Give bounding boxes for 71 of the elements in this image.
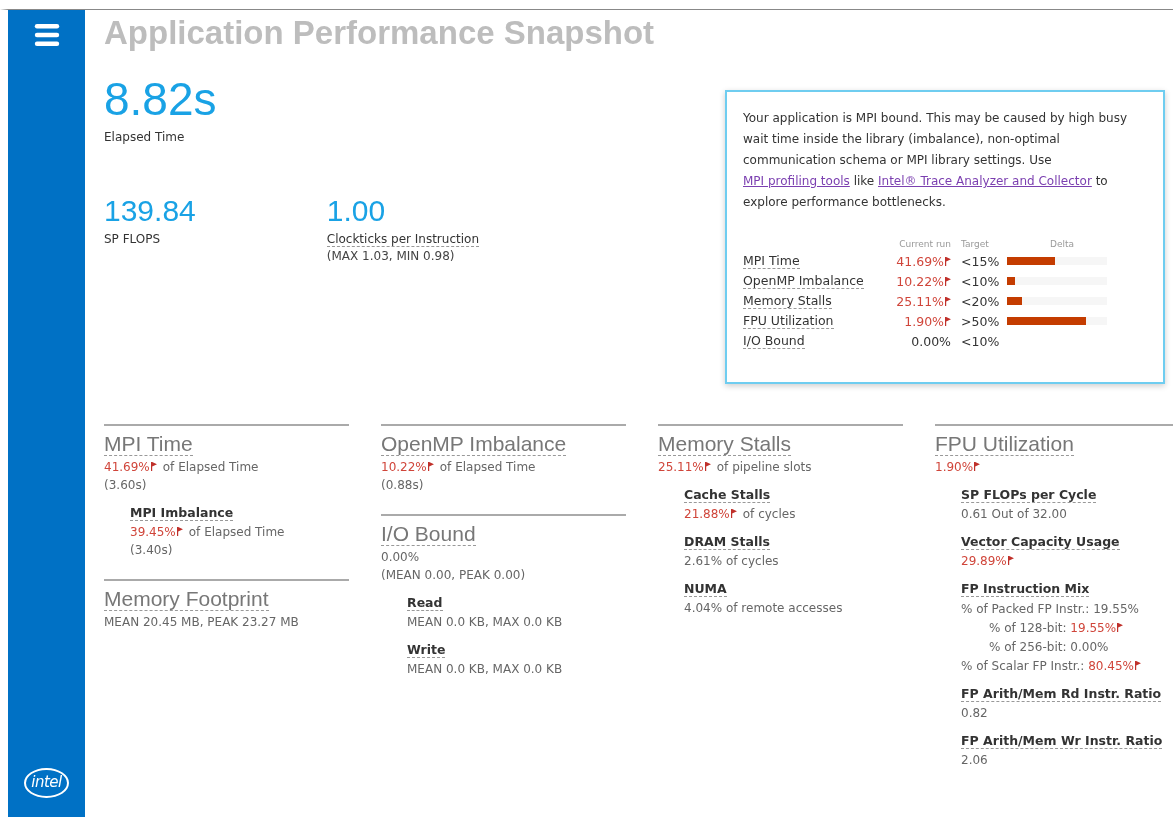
section-title: I/O Bound [381, 522, 476, 546]
metric-note: (MAX 1.03, MIN 0.98) [326, 249, 456, 263]
metric-value: 2.61% of cycles [684, 554, 780, 568]
metric-detail: (0.88s) [381, 478, 425, 492]
metric-value: 21.88% of cycles [684, 507, 797, 521]
current-value: 10.22% [883, 273, 951, 289]
metric-value: 8.82s [104, 72, 218, 126]
target-value: >50% [960, 313, 1001, 329]
metric-value: 1.00 [326, 194, 387, 228]
metric-name: FPU Utilization [743, 313, 834, 329]
target-value: <10% [960, 273, 1001, 289]
metric-value: 39.45% of Elapsed Time [130, 525, 286, 539]
column-header: Current run [898, 239, 951, 249]
metric-detail: (3.40s) [130, 543, 174, 557]
target-value: <10% [960, 333, 1001, 349]
metric-value: 1.90% [935, 460, 1173, 474]
metric-name: Memory Stalls [743, 293, 832, 309]
sub-metric-title: DRAM Stalls [684, 534, 770, 550]
current-value: 0.00% [910, 333, 951, 349]
link[interactable]: MPI profiling tools [743, 174, 850, 188]
metric-detail: MEAN 0.0 KB, MAX 0.0 KB [407, 662, 564, 676]
column-header: Delta [1049, 239, 1075, 249]
metric-value: 2.06 [961, 753, 989, 767]
current-value: 1.90% [883, 313, 951, 329]
section-title: FPU Utilization [935, 432, 1074, 456]
section-title: Memory Footprint [104, 587, 269, 611]
mix-line: % of Scalar FP Instr.: 80.45% [961, 659, 1173, 673]
mix-line: % of Packed FP Instr.: 19.55% [961, 602, 1140, 616]
metric-detail: MEAN 0.0 KB, MAX 0.0 KB [407, 615, 564, 629]
sub-metric-title: NUMA [684, 581, 727, 597]
summary-text: Your application is MPI bound. This may be caused by high busy wait time inside the library (imbalance), non-optimal communication schema or MPI library settings. Use MPI profiling tools like Intel® Trace Analyzer and Collector to explore performance bottlenecks. [743, 110, 1129, 211]
metric-value: 41.69% of Elapsed Time [104, 460, 260, 474]
metric-label: SP FLOPS [104, 232, 162, 246]
metric-value: 29.89% [961, 554, 1173, 568]
metric-value: 25.11% of pipeline slots [658, 460, 813, 474]
sub-metric-title: Write [407, 642, 446, 658]
sub-metric-title: FP Instruction Mix [961, 581, 1090, 597]
metric-value: 10.22% of Elapsed Time [381, 460, 537, 474]
sub-metric-title: MPI Imbalance [130, 505, 234, 521]
section-title: Memory Stalls [658, 432, 792, 456]
metric-value: 4.04% of remote accesses [684, 601, 844, 615]
sub-metric-title: Read [407, 595, 443, 611]
logo: intel [24, 768, 69, 798]
section-title: OpenMP Imbalance [381, 432, 567, 456]
sub-metric-title: Vector Capacity Usage [961, 534, 1120, 550]
metric-name: MPI Time [743, 253, 800, 269]
metric-value: 0.61 Out of 32.00 [961, 507, 1068, 521]
current-value: 25.11% [883, 293, 951, 309]
target-value: <15% [960, 253, 1001, 269]
metric-detail: (MEAN 0.00, PEAK 0.00) [381, 568, 527, 582]
target-value: <20% [960, 293, 1001, 309]
metric-detail: MEAN 20.45 MB, PEAK 23.27 MB [104, 615, 300, 629]
metric-value: 0.00% [381, 550, 421, 564]
metric-label: Clockticks per Instruction [326, 232, 479, 246]
sub-metric-title: FP Arith/Mem Rd Instr. Ratio [961, 686, 1162, 702]
current-value: 41.69% [883, 253, 951, 269]
mix-line: % of 256-bit: 0.00% [988, 640, 1110, 654]
sub-metric-title: Cache Stalls [684, 487, 771, 503]
metric-name: I/O Bound [743, 333, 805, 349]
column-header: Target [960, 239, 990, 249]
link[interactable]: Intel® Trace Analyzer and Collector [878, 174, 1092, 188]
section-title: MPI Time [104, 432, 193, 456]
mix-line: % of 128-bit: 19.55% [961, 621, 1173, 635]
metric-name: OpenMP Imbalance [743, 273, 864, 289]
page-title: Application Performance Snapshot [104, 14, 656, 52]
metric-value: 139.84 [104, 194, 196, 228]
metric-label: Elapsed Time [104, 130, 186, 144]
sub-metric-title: SP FLOPs per Cycle [961, 487, 1097, 503]
metric-detail: (3.60s) [104, 478, 148, 492]
metric-value: 0.82 [961, 706, 989, 720]
sub-metric-title: FP Arith/Mem Wr Instr. Ratio [961, 733, 1163, 749]
